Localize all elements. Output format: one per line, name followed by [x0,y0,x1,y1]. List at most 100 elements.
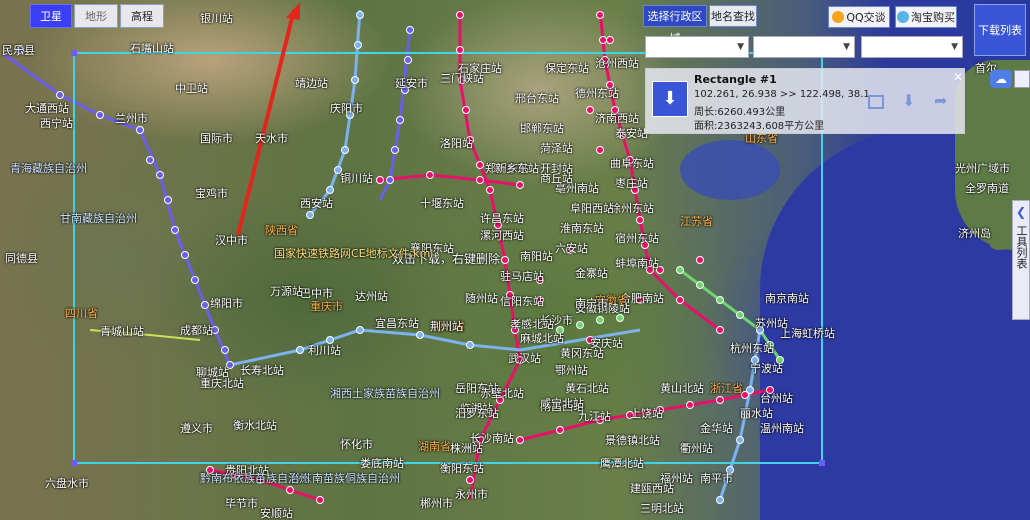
map-label: 邢台东站 [515,92,559,105]
map-label: 金华站 [700,422,733,435]
station-dot [576,321,584,329]
rectangle-info-popup: ⬇ Rectangle #1 102.261, 26.938 >> 122.49… [645,68,965,134]
station-dot [56,91,64,99]
map-label: 遵义市 [180,422,213,435]
map-label: 湘西土家族苗族自治州 [330,387,440,400]
tab-satellite[interactable]: 卫星 [30,4,72,28]
close-icon[interactable]: ✕ [953,70,963,84]
station-dot [716,496,724,504]
station-dot [221,346,229,354]
map-label: 徐州东站 [610,202,654,215]
chevron-down-icon: ▼ [951,42,958,52]
map-label: 蚌埠南站 [615,257,659,270]
station-dot [316,496,324,504]
admin-region-button[interactable]: 选择行政区域 [643,5,707,45]
map-label: 泰安站 [615,127,648,140]
station-dot [516,436,524,444]
taobao-buy-button[interactable]: 淘宝购买 [895,6,957,28]
qq-icon [832,11,845,23]
map-label: 永州市 [455,488,488,501]
station-dot [696,281,704,289]
station-dot [736,436,744,444]
station-dot [746,386,754,394]
qq-chat-button[interactable]: QQ交谈 [828,6,890,28]
station-dot [296,346,304,354]
cloud-icon[interactable]: ☁ [990,70,1012,88]
map-label: 景德镇北站 [605,434,660,447]
map-label: 江苏省 [680,215,713,228]
map-label: 十堰东站 [420,197,464,210]
map-label: 同德县 [5,252,38,265]
kml-filename: 国家快速铁路网CE地标文件.kml [274,247,434,260]
map-label: 利川站 [308,344,341,357]
map-label: 娄底南站 [360,457,404,470]
county-select[interactable]: ▼ [861,36,963,58]
place-search-button[interactable]: 地名查找 [709,5,757,27]
map-label: 鹰潭北站 [600,457,644,470]
station-dot [462,106,470,114]
station-dot [391,146,399,154]
map-label: 浙江省 [710,382,743,395]
station-dot [326,186,334,194]
map-label: 阜阳西站 [570,202,614,215]
station-dot [556,426,564,434]
cloud-side-tab[interactable] [1014,70,1030,88]
map-label: 青城山站 [100,325,144,338]
map-label: 六安站 [555,242,588,255]
map-label: 金寨站 [575,267,608,280]
station-dot [501,256,509,264]
map-label: 商丘站 [540,172,573,185]
map-label: 银川站 [200,12,233,25]
map-label: 民乐县 [2,44,35,57]
station-dot [676,296,684,304]
station-dot [201,301,209,309]
station-dot [456,46,464,54]
map-label: 邯郸东站 [520,122,564,135]
map-label: 石嘴山站 [130,42,174,55]
download-icon[interactable]: ⬇ [902,91,915,110]
map-label: 延安市 [395,77,428,90]
map-label: 郴州市 [420,497,453,510]
map-label: 衡阳东站 [440,462,484,475]
station-dot [146,156,154,164]
station-dot [386,176,394,184]
map-label: 漯河西站 [480,229,524,242]
station-dot [96,111,104,119]
station-dot [351,76,359,84]
map-label: 株洲站 [450,442,483,455]
map-label: 三明北站 [640,502,684,515]
download-list-button[interactable]: 下载列表 [974,4,1026,56]
station-dot [286,486,294,494]
station-dot [306,211,314,219]
map-label: 怀化市 [340,438,373,451]
map-label: 全罗南道 [965,182,1009,195]
map-label: 陕西省 [265,224,298,237]
taobao-label: 淘宝购买 [911,11,955,24]
province-select[interactable]: ▼ [645,36,749,58]
map-label: 衢州站 [680,442,713,455]
map-label: 南京南站 [765,292,809,305]
map-label: 六盘水市 [45,477,89,490]
station-dot [341,146,349,154]
station-dot [406,26,414,34]
station-dot [181,251,189,259]
map-label: 大通西站 [25,102,69,115]
edit-icon[interactable] [868,95,884,109]
station-dot [171,226,179,234]
map-label: 荆州站 [430,320,463,333]
download-icon[interactable]: ⬇ [652,81,688,117]
station-dot [716,396,724,404]
map-label: 淮南东站 [560,222,604,235]
tab-elevation[interactable]: 高程 [120,4,164,28]
station-dot [396,116,404,124]
map-label: 建瓯西站 [630,482,674,495]
station-dot [736,311,744,319]
city-select[interactable]: ▼ [753,36,855,58]
taobao-icon [897,11,909,23]
map-label: 洛阳站 [440,137,473,150]
share-icon[interactable]: ➦ [934,91,947,110]
station-dot [586,106,594,114]
tab-terrain[interactable]: 地形 [74,4,118,28]
side-toolbox[interactable]: ❮ 工具列表 [1012,200,1030,320]
map-label: 兰州市 [115,112,148,125]
